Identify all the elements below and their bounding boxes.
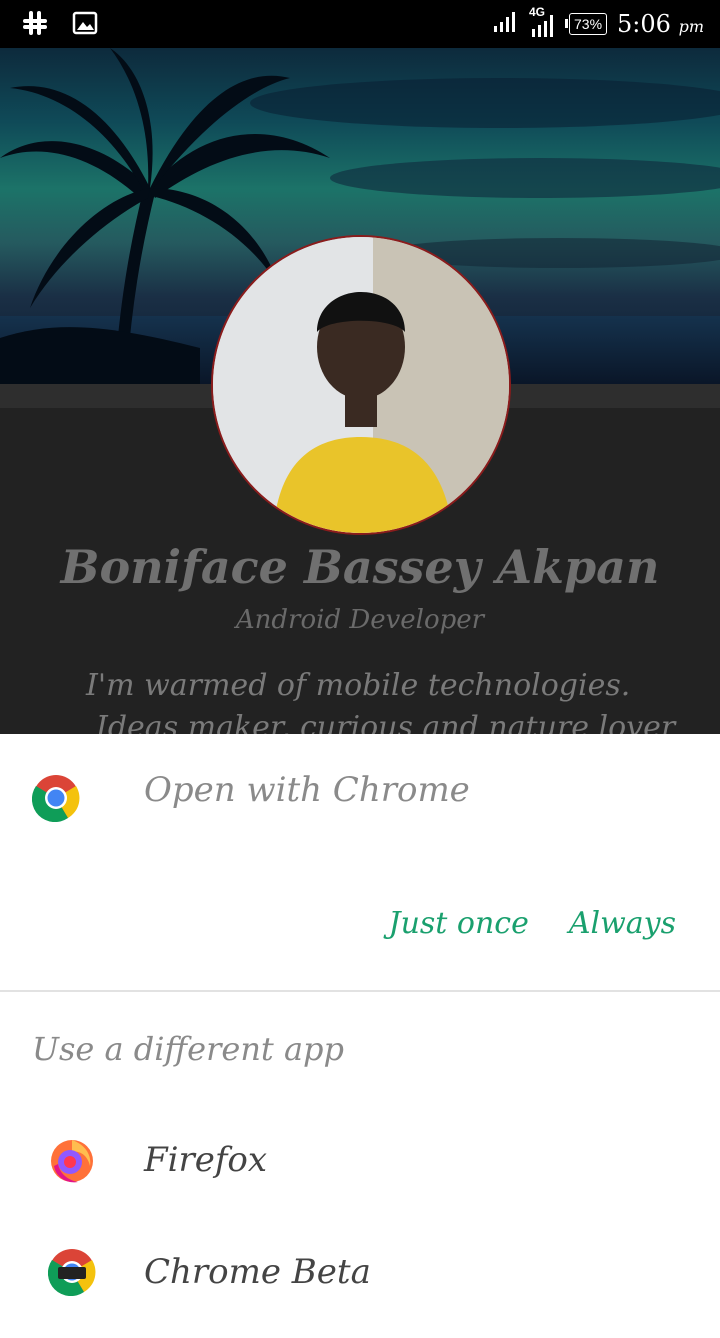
- dialog-actions: Just once Always: [389, 906, 676, 941]
- profile-bio-line1: I'm warmed of mobile technologies.: [86, 668, 631, 703]
- signal-4g-icon: 4G: [529, 5, 559, 39]
- profile-name: Boniface Bassey Akpan: [60, 540, 660, 594]
- chrome-icon: [31, 774, 80, 823]
- just-once-button[interactable]: Just once: [389, 906, 529, 941]
- always-button[interactable]: Always: [569, 906, 676, 941]
- app-option-label: Chrome Beta: [144, 1252, 371, 1292]
- chrome-beta-icon: [47, 1248, 96, 1297]
- clock: 5:06 pm: [617, 10, 704, 38]
- app-option-label: Firefox: [144, 1140, 268, 1180]
- signal-icon: [493, 8, 519, 39]
- gallery-icon: [72, 10, 98, 41]
- open-with-title: Open with Chrome: [144, 770, 470, 810]
- open-with-sheet: Open with Chrome Just once Always Use a …: [0, 734, 720, 1297]
- avatar: [211, 235, 511, 535]
- different-app-heading: Use a different app: [32, 1030, 344, 1068]
- slack-icon: [20, 8, 50, 43]
- battery-indicator: 73%: [564, 12, 608, 35]
- firefox-icon: [48, 1136, 96, 1184]
- divider: [0, 990, 720, 992]
- app-option-chrome-beta[interactable]: Chrome Beta: [0, 1248, 720, 1338]
- clock-time: 5:06: [617, 9, 671, 38]
- clock-ampm: pm: [678, 16, 704, 36]
- app-option-firefox[interactable]: Firefox: [0, 1136, 720, 1226]
- profile-role: Android Developer: [235, 605, 485, 635]
- status-bar: 4G 73% 5:06 pm: [0, 0, 720, 48]
